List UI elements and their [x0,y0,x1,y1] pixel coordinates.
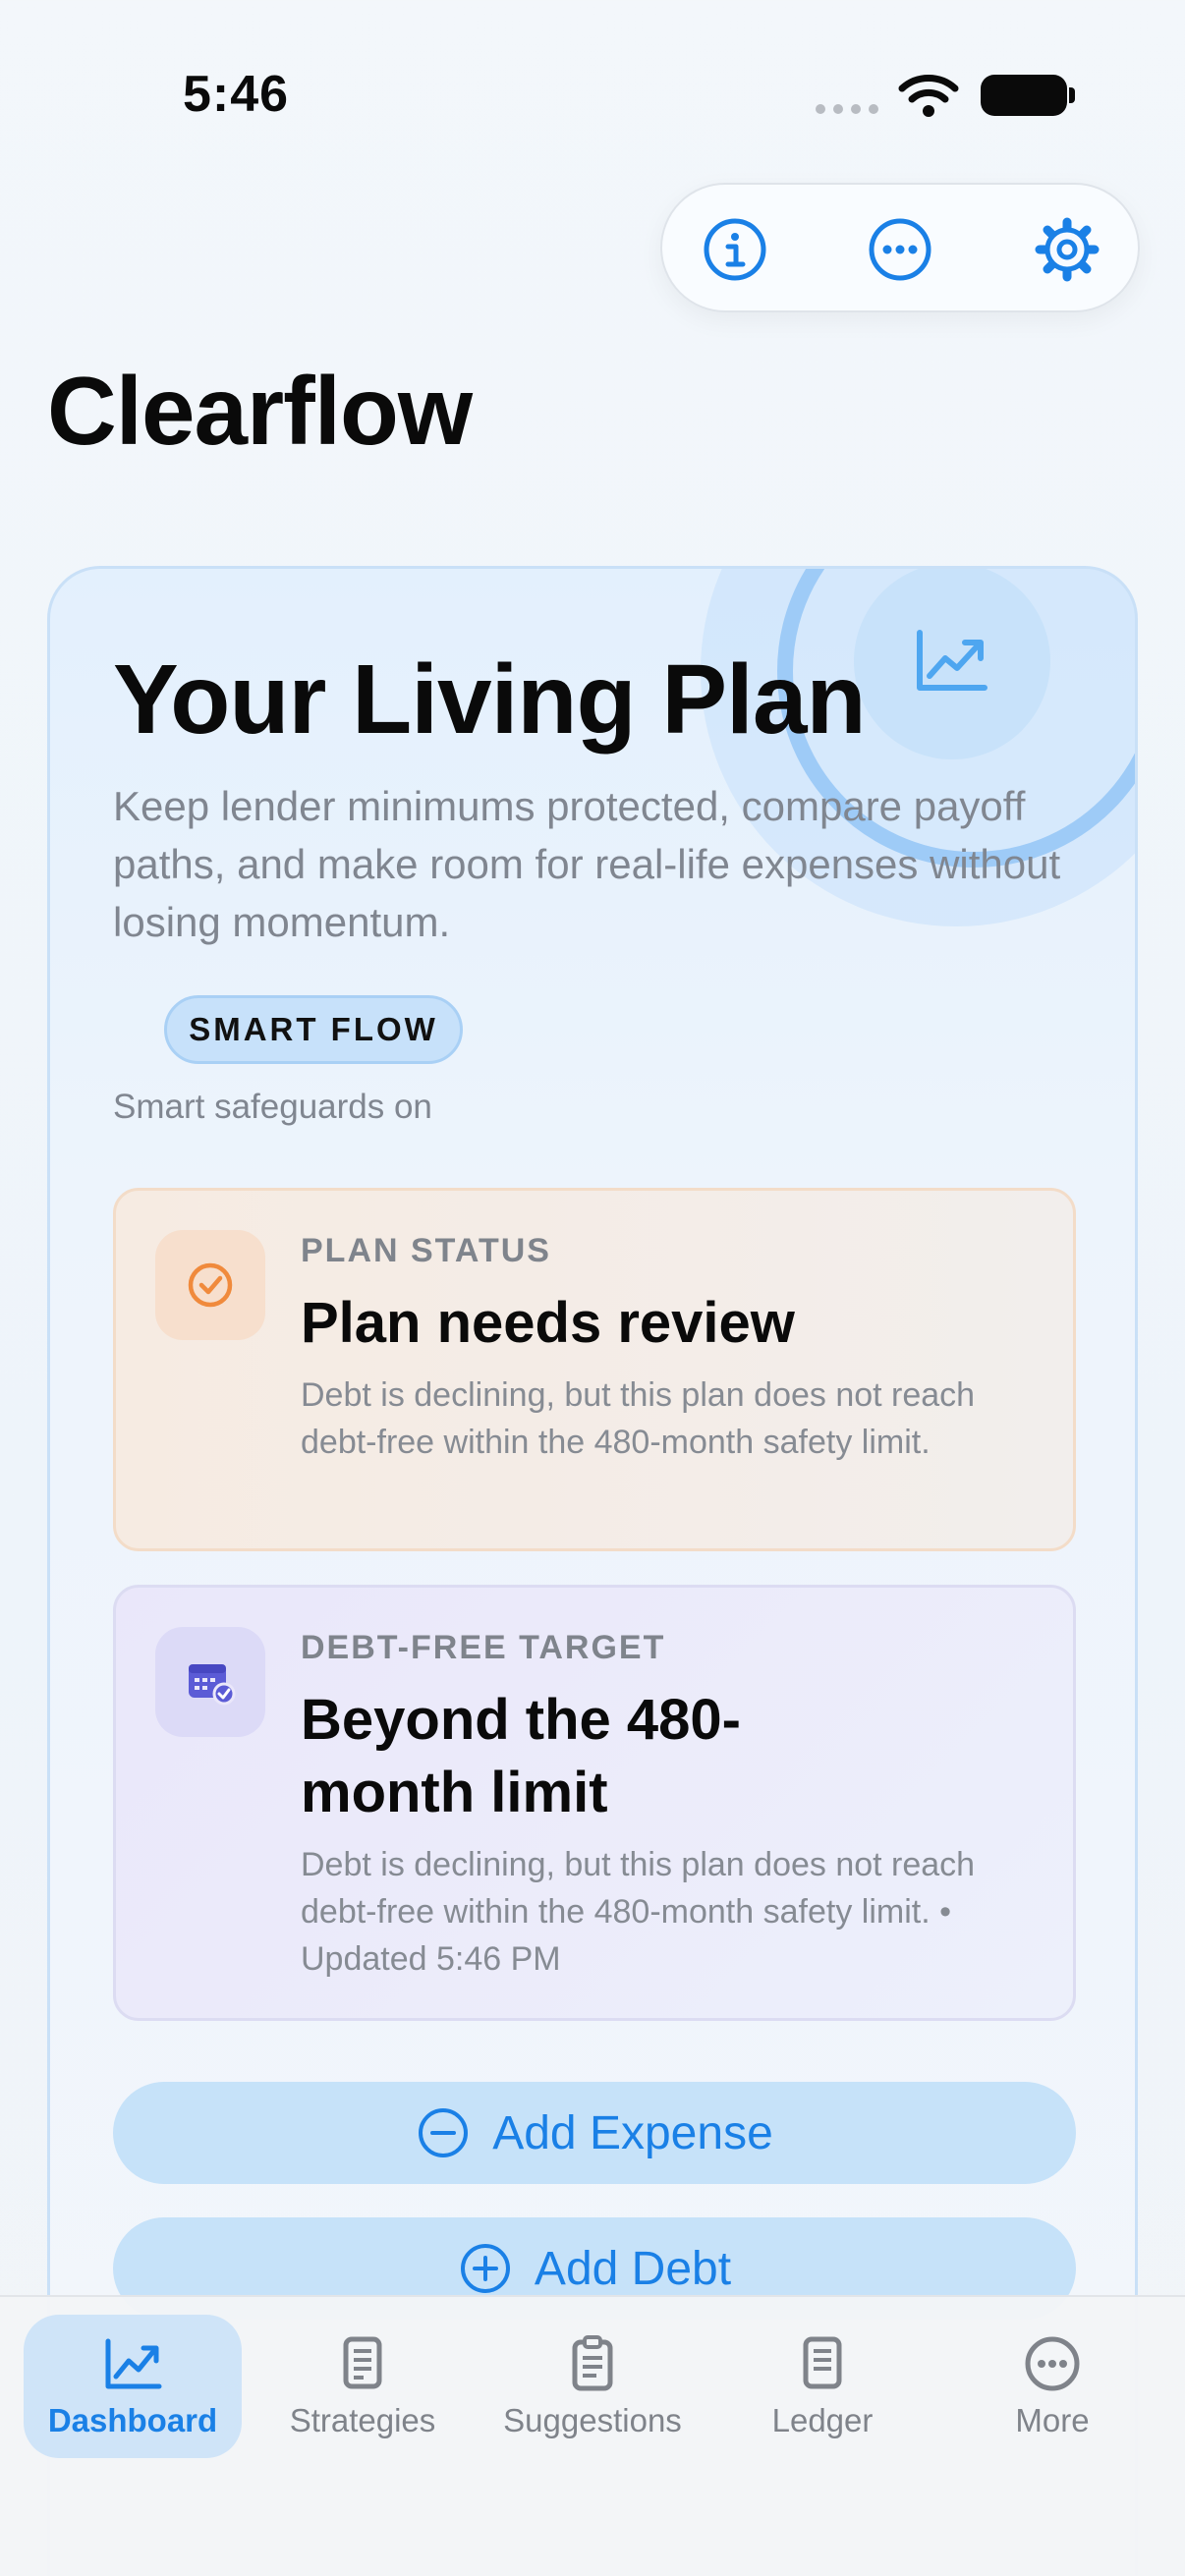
target-icon-badge [155,1627,265,1737]
tab-ledger-label: Ledger [771,2402,874,2438]
battery-icon [981,75,1075,116]
living-plan-card: Your Living Plan Keep lender minimums pr… [47,566,1138,2576]
minus-circle-icon [419,2108,469,2157]
info-icon [704,218,766,281]
toolbar [660,183,1140,312]
settings-button[interactable] [1030,212,1104,287]
tab-ledger[interactable]: Ledger [713,2315,931,2458]
tab-dashboard-label: Dashboard [47,2402,218,2438]
calendar-check-icon [189,1664,236,1706]
tab-strategies[interactable]: Strategies [254,2315,472,2458]
target-label: DEBT-FREE TARGET [301,1629,666,1666]
ellipsis-circle-icon [869,218,931,281]
tab-dashboard[interactable]: Dashboard [24,2315,242,2458]
check-circle-icon [188,1262,233,1308]
chart-icon [105,2338,162,2389]
target-description: Debt is declining, but this plan does no… [301,1846,976,1978]
tab-bar: Dashboard Strategies Suggestions Ledger [0,2295,1185,2482]
tab-more[interactable]: More [943,2315,1161,2458]
tab-more-label: More [1015,2402,1090,2438]
plan-status-label: PLAN STATUS [301,1232,551,1269]
clipboard-icon [572,2335,613,2391]
more-options-button[interactable] [863,212,937,287]
add-expense-label: Add Expense [492,2106,773,2159]
tab-strategies-label: Strategies [289,2402,436,2438]
cellular-signal-icon [816,104,878,114]
add-debt-label: Add Debt [534,2242,732,2295]
app-title: Clearflow [47,357,473,465]
status-time: 5:46 [183,66,290,123]
plan-status-card[interactable]: PLAN STATUS Plan needs review Debt is de… [113,1188,1076,1551]
smart-flow-chip[interactable]: SMART FLOW [164,995,463,1064]
target-title: Beyond the 480-month limit [301,1688,741,1824]
wifi-icon [898,75,959,117]
hero-title: Your Living Plan [113,644,867,755]
gear-icon [1035,217,1100,282]
debt-free-target-card[interactable]: DEBT-FREE TARGET Beyond the 480-month li… [113,1585,1076,2021]
plan-status-description: Debt is declining, but this plan does no… [301,1376,976,1461]
hero-subtitle: Keep lender minimums protected, compare … [113,783,1061,945]
info-button[interactable] [698,212,772,287]
add-expense-button[interactable]: Add Expense [113,2082,1076,2184]
tab-suggestions[interactable]: Suggestions [483,2315,702,2458]
chart-badge [854,569,1050,759]
chart-icon [917,630,988,691]
status-bar: 5:46 [0,0,1185,187]
ledger-icon [803,2336,842,2389]
ellipsis-circle-icon [1025,2336,1080,2391]
plus-circle-icon [460,2244,510,2293]
plan-status-title: Plan needs review [301,1291,795,1355]
status-icon-badge [155,1230,265,1340]
document-icon [343,2336,382,2389]
safeguards-status: Smart safeguards on [113,1088,432,1126]
tab-suggestions-label: Suggestions [503,2402,682,2438]
